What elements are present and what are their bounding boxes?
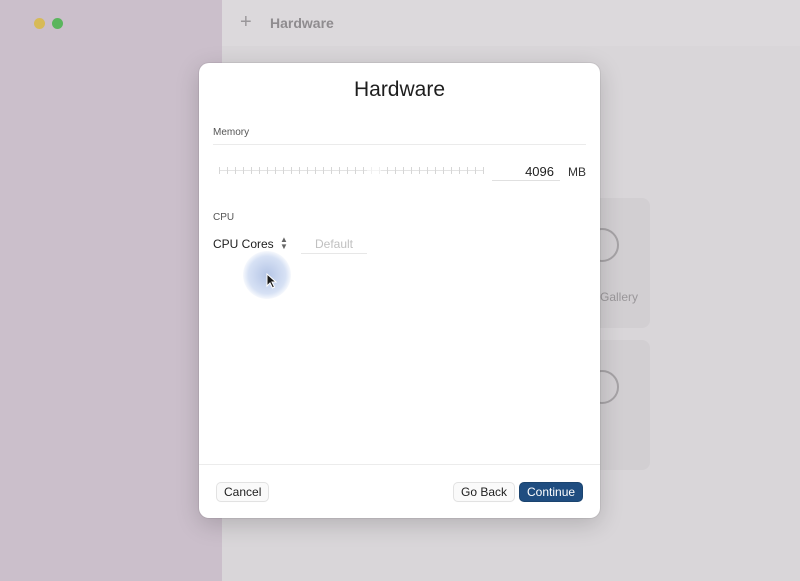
slider-knob[interactable]	[367, 164, 381, 178]
hardware-dialog: Hardware Memory 4096 MB CPU CPU Cores ▲ …	[199, 63, 600, 518]
slider-tick	[291, 167, 292, 174]
slider-tick	[411, 167, 412, 174]
cpu-cores-input[interactable]: Default	[301, 235, 367, 254]
slider-tick	[467, 167, 468, 174]
slider-tick	[459, 167, 460, 174]
memory-divider	[213, 144, 586, 145]
go-back-button[interactable]: Go Back	[454, 483, 515, 501]
slider-tick	[315, 167, 316, 174]
continue-button[interactable]: Continue	[520, 483, 583, 501]
footer-divider	[199, 464, 600, 465]
memory-input[interactable]: 4096	[492, 163, 560, 181]
slider-tick	[219, 167, 220, 174]
dialog-title: Hardware	[353, 78, 446, 101]
slider-tick	[435, 167, 436, 174]
slider-tick	[235, 167, 236, 174]
slider-tick	[323, 167, 324, 174]
slider-tick	[267, 167, 268, 174]
slider-tick	[427, 167, 428, 174]
slider-tick	[347, 167, 348, 174]
slider-tick	[259, 167, 260, 174]
slider-tick	[451, 167, 452, 174]
slider-tick	[275, 167, 276, 174]
slider-tick	[339, 167, 340, 174]
slider-tick	[443, 167, 444, 174]
window-title: Hardware	[270, 15, 334, 31]
cpu-cores-stepper[interactable]: ▲ ▼	[279, 236, 289, 252]
slider-tick	[363, 167, 364, 174]
slider-tick	[331, 167, 332, 174]
zoom-window-button[interactable]	[52, 18, 63, 29]
slider-tick	[299, 167, 300, 174]
slider-tick	[243, 167, 244, 174]
memory-section-label: Memory	[213, 127, 250, 138]
cancel-button[interactable]: Cancel	[217, 483, 269, 501]
slider-tick	[483, 167, 484, 174]
add-icon[interactable]: +	[240, 12, 252, 32]
slider-tick	[387, 167, 388, 174]
card-label: Gallery	[600, 290, 639, 304]
slider-tick	[395, 167, 396, 174]
slider-tick	[355, 167, 356, 174]
stepper-down-icon[interactable]: ▼	[279, 243, 289, 251]
cpu-section-label: CPU	[213, 212, 235, 223]
slider-tick	[403, 167, 404, 174]
background-sidebar	[0, 0, 222, 581]
memory-unit-label: MB	[568, 165, 586, 179]
slider-tick	[251, 167, 252, 174]
cpu-cores-label: CPU Cores	[213, 237, 274, 251]
memory-slider[interactable]	[219, 161, 484, 179]
minimize-window-button[interactable]	[34, 18, 45, 29]
slider-tick	[419, 167, 420, 174]
slider-tick	[283, 167, 284, 174]
slider-tick	[227, 167, 228, 174]
slider-tick	[307, 167, 308, 174]
slider-tick	[475, 167, 476, 174]
mouse-cursor-icon	[266, 273, 278, 289]
